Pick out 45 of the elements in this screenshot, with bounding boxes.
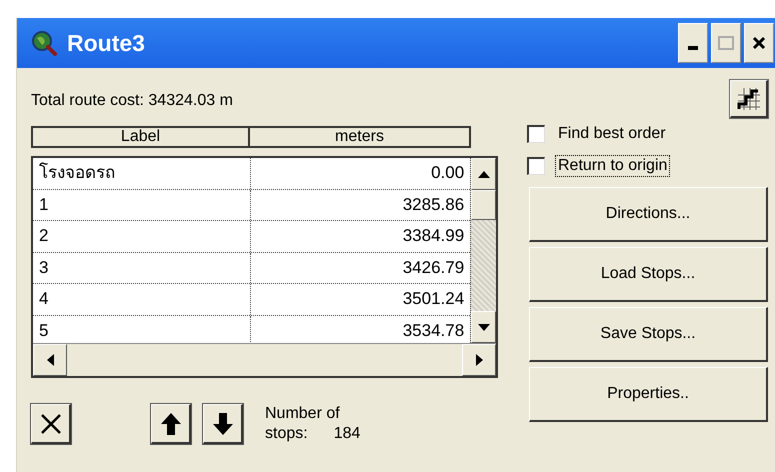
window-title: Route3	[67, 30, 146, 56]
table-cell-text: 0.00	[430, 162, 466, 184]
close-button[interactable]	[744, 23, 774, 63]
move-up-button[interactable]	[151, 404, 191, 444]
table-cell: 2	[33, 221, 251, 252]
route-tool-button[interactable]	[730, 80, 768, 118]
action-button[interactable]: Save Stops...	[529, 307, 768, 362]
move-down-button[interactable]	[203, 404, 243, 444]
table-cell: โรงจอดรถ	[33, 158, 251, 188]
stops-label: Number of	[265, 404, 341, 424]
vertical-scrollbar[interactable]	[470, 158, 496, 343]
table-cell: 4	[33, 284, 251, 314]
table-cell-text: 3534.78	[402, 320, 466, 342]
checkbox-label[interactable]: Return to origin	[555, 155, 670, 177]
close-icon	[752, 36, 766, 50]
up-arrow-icon	[160, 412, 180, 434]
maximize-icon	[718, 36, 734, 50]
action-button[interactable]: Directions...	[529, 187, 768, 242]
horizontal-scrollbar[interactable]	[33, 343, 496, 376]
table-cell: 3	[33, 252, 251, 283]
stops-count: 184	[334, 424, 360, 444]
stops-label: stops:	[265, 424, 308, 444]
right-arrow-icon	[476, 354, 482, 366]
scrollbar-thumb[interactable]	[471, 190, 496, 220]
up-arrow-icon	[478, 170, 490, 178]
x-icon	[38, 412, 62, 436]
action-button[interactable]: Properties..	[529, 367, 768, 422]
checkbox[interactable]	[527, 125, 545, 143]
delete-button[interactable]	[31, 404, 71, 444]
total-route-cost: Total route cost: 34324.03 m	[31, 92, 234, 111]
globe-magnifier-icon	[31, 30, 57, 56]
table-cell-text: 3285.86	[402, 194, 466, 216]
down-arrow-icon	[478, 324, 490, 330]
down-arrow-icon	[212, 412, 232, 434]
action-button[interactable]: Load Stops...	[529, 247, 768, 302]
table-cell-text: 3384.99	[402, 225, 466, 247]
table-cell-text: 3426.79	[402, 256, 466, 278]
checkbox-label[interactable]: Find best order	[555, 123, 669, 145]
table-cell: 1	[33, 190, 251, 220]
route-grid-icon	[736, 86, 762, 112]
minimize-icon	[688, 46, 698, 50]
minimize-button[interactable]	[678, 23, 708, 63]
checkbox[interactable]	[527, 157, 545, 175]
table-cell-text: 3501.24	[402, 288, 466, 310]
left-arrow-icon	[46, 354, 54, 366]
